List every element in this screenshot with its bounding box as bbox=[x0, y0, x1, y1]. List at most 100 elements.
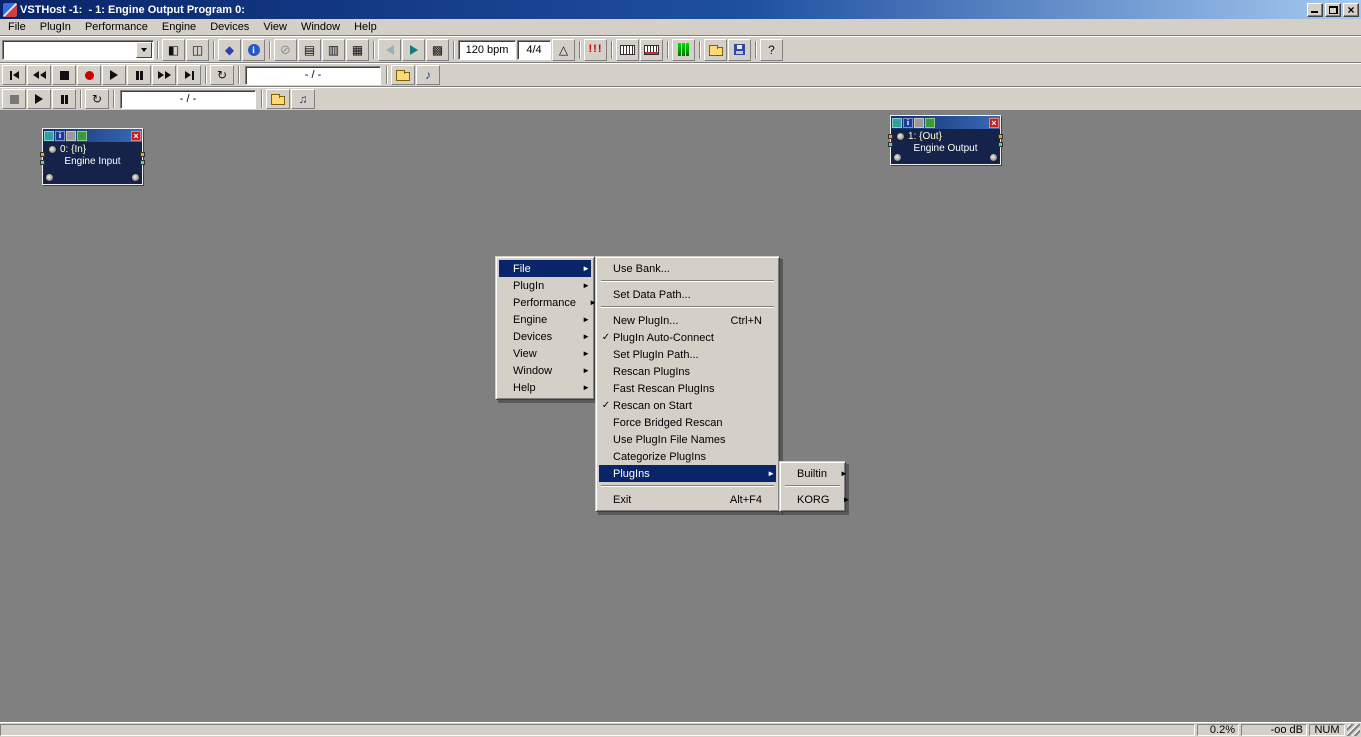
knob-icon[interactable] bbox=[896, 132, 905, 141]
open-midi-file-button[interactable] bbox=[391, 65, 415, 85]
menu-item-rescan-on-start[interactable]: ✓Rescan on Start bbox=[599, 397, 776, 414]
menubar-item-engine[interactable]: Engine bbox=[155, 19, 203, 36]
connector-pin[interactable] bbox=[888, 134, 893, 139]
menu-item-use-bank[interactable]: Use Bank... bbox=[599, 260, 776, 277]
menu-item-engine[interactable]: Engine► bbox=[499, 311, 591, 328]
wave-pause-button[interactable] bbox=[52, 89, 76, 109]
wave-loop-button[interactable]: ↻ bbox=[85, 89, 109, 109]
menubar-item-view[interactable]: View bbox=[256, 19, 294, 36]
level-meter-button[interactable] bbox=[672, 39, 695, 61]
menubar-item-plugin[interactable]: PlugIn bbox=[33, 19, 78, 36]
metronome-button[interactable]: △ bbox=[552, 39, 575, 61]
edit-plugin-button[interactable]: ◆ bbox=[218, 39, 241, 61]
minimize-button[interactable] bbox=[1307, 3, 1323, 17]
menu-item-performance[interactable]: Performance► bbox=[499, 294, 591, 311]
midi-record-button[interactable] bbox=[77, 65, 101, 85]
program-combobox[interactable] bbox=[2, 40, 154, 60]
menu-item-builtin[interactable]: Builtin► bbox=[783, 465, 842, 482]
prev-program-button[interactable] bbox=[378, 39, 401, 61]
menu-item-categorize-plugins[interactable]: Categorize PlugIns bbox=[599, 448, 776, 465]
save-performance-button[interactable] bbox=[728, 39, 751, 61]
close-icon[interactable]: × bbox=[989, 118, 999, 128]
program-list-button[interactable]: ▩ bbox=[426, 39, 449, 61]
plugin-box-engine-input[interactable]: i × 0: {In} Engine Input bbox=[42, 128, 143, 185]
midi-skip-end-button[interactable] bbox=[177, 65, 201, 85]
knob-icon[interactable] bbox=[48, 145, 57, 154]
plugin-chain-button[interactable]: ◫ bbox=[186, 39, 209, 61]
panic-button[interactable]: !!! bbox=[584, 39, 607, 61]
wave-settings-button[interactable]: ♫ bbox=[291, 89, 315, 109]
bank-manager-button[interactable]: ▦ bbox=[346, 39, 369, 61]
info-icon[interactable]: i bbox=[55, 131, 65, 141]
menu-item-devices[interactable]: Devices► bbox=[499, 328, 591, 345]
knob-icon[interactable] bbox=[131, 173, 140, 182]
menubar-item-performance[interactable]: Performance bbox=[78, 19, 155, 36]
edit-icon[interactable] bbox=[77, 131, 87, 141]
help-button[interactable]: ? bbox=[760, 39, 783, 61]
combobox-dropdown-button[interactable] bbox=[136, 42, 152, 58]
midi-play-button[interactable] bbox=[102, 65, 126, 85]
menubar-item-file[interactable]: File bbox=[1, 19, 33, 36]
connector-pin[interactable] bbox=[140, 160, 145, 165]
knob-icon[interactable] bbox=[989, 153, 998, 162]
menu-item-rescan-plugins[interactable]: Rescan PlugIns bbox=[599, 363, 776, 380]
connector-pin[interactable] bbox=[998, 142, 1003, 147]
midi-pause-button[interactable] bbox=[127, 65, 151, 85]
menubar-item-devices[interactable]: Devices bbox=[203, 19, 256, 36]
close-icon[interactable]: × bbox=[131, 131, 141, 141]
menubar-item-help[interactable]: Help bbox=[347, 19, 384, 36]
restore-button[interactable] bbox=[1325, 3, 1341, 17]
wave-stop-button[interactable] bbox=[2, 89, 26, 109]
menu-item-set-plugin-path[interactable]: Set PlugIn Path... bbox=[599, 346, 776, 363]
resize-grip[interactable] bbox=[1347, 724, 1360, 736]
menu-item-help[interactable]: Help► bbox=[499, 379, 591, 396]
midi-keyboard-button[interactable] bbox=[640, 39, 663, 61]
midi-loop-button[interactable]: ↻ bbox=[210, 65, 234, 85]
bpm-field[interactable]: 120 bpm bbox=[458, 40, 516, 60]
menu-item-view[interactable]: View► bbox=[499, 345, 591, 362]
menu-item-plugin[interactable]: PlugIn► bbox=[499, 277, 591, 294]
connector-pin[interactable] bbox=[140, 152, 145, 157]
midi-skip-start-button[interactable] bbox=[2, 65, 26, 85]
midi-rewind-button[interactable] bbox=[27, 65, 51, 85]
new-plugin-button[interactable]: ◧ bbox=[162, 39, 185, 61]
wave-icon[interactable] bbox=[892, 118, 902, 128]
plugin-info-button[interactable]: i bbox=[242, 39, 265, 61]
edit-icon[interactable] bbox=[925, 118, 935, 128]
open-wave-file-button[interactable] bbox=[266, 89, 290, 109]
menu-item-korg[interactable]: KORG► bbox=[783, 491, 842, 508]
midi-forward-button[interactable] bbox=[152, 65, 176, 85]
knob-icon[interactable] bbox=[45, 173, 54, 182]
menu-item-set-data-path[interactable]: Set Data Path... bbox=[599, 286, 776, 303]
midi-monitor-button[interactable] bbox=[616, 39, 639, 61]
wave-play-button[interactable] bbox=[27, 89, 51, 109]
time-signature-field[interactable]: 4/4 bbox=[517, 40, 551, 60]
save-bank-button[interactable]: ▥ bbox=[322, 39, 345, 61]
bypass-icon[interactable] bbox=[66, 131, 76, 141]
next-program-button[interactable] bbox=[402, 39, 425, 61]
menu-item-plugins[interactable]: PlugIns► bbox=[599, 465, 776, 482]
menu-item-force-bridged-rescan[interactable]: Force Bridged Rescan bbox=[599, 414, 776, 431]
bypass-icon[interactable] bbox=[914, 118, 924, 128]
menu-item-fast-rescan-plugins[interactable]: Fast Rescan PlugIns bbox=[599, 380, 776, 397]
all-notes-off-button[interactable]: ⊘ bbox=[274, 39, 297, 61]
plugin-box-engine-output[interactable]: i × 1: {Out} Engine Output bbox=[890, 115, 1001, 165]
menu-item-plugin-auto-connect[interactable]: ✓PlugIn Auto-Connect bbox=[599, 329, 776, 346]
connector-pin[interactable] bbox=[998, 134, 1003, 139]
connector-pin[interactable] bbox=[40, 152, 45, 157]
menu-item-use-plugin-file-names[interactable]: Use PlugIn File Names bbox=[599, 431, 776, 448]
open-performance-button[interactable] bbox=[704, 39, 727, 61]
connector-pin[interactable] bbox=[888, 142, 893, 147]
midi-stop-button[interactable] bbox=[52, 65, 76, 85]
menu-item-exit[interactable]: ExitAlt+F4 bbox=[599, 491, 776, 508]
menubar-item-window[interactable]: Window bbox=[294, 19, 347, 36]
midi-settings-button[interactable]: ♪ bbox=[416, 65, 440, 85]
wave-icon[interactable] bbox=[44, 131, 54, 141]
info-icon[interactable]: i bbox=[903, 118, 913, 128]
close-button[interactable]: × bbox=[1343, 3, 1359, 17]
menu-item-window[interactable]: Window► bbox=[499, 362, 591, 379]
connector-pin[interactable] bbox=[40, 160, 45, 165]
menu-item-file[interactable]: File► bbox=[499, 260, 591, 277]
knob-icon[interactable] bbox=[893, 153, 902, 162]
load-bank-button[interactable]: ▤ bbox=[298, 39, 321, 61]
